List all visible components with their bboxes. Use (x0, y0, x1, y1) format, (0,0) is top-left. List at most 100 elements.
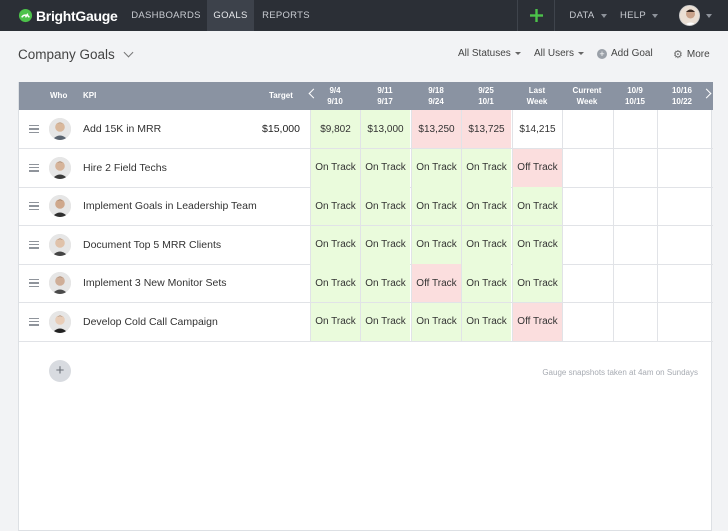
week-header-line: Week (526, 96, 548, 106)
week-cell[interactable]: On Track (411, 225, 461, 264)
week-cell[interactable]: On Track (411, 187, 461, 225)
week-cell[interactable] (613, 225, 657, 264)
brand-logo[interactable]: BrightGauge (0, 8, 126, 24)
nav-data-label: DATA (569, 10, 595, 21)
week-cell[interactable]: On Track (512, 264, 562, 302)
drag-handle-icon[interactable] (29, 317, 39, 326)
week-cell[interactable]: Off Track (512, 302, 562, 341)
week-cell[interactable] (613, 148, 657, 187)
week-cell[interactable] (657, 110, 713, 148)
week-cell[interactable] (613, 187, 657, 225)
week-header-line: 9/10 (327, 96, 343, 106)
week-cell[interactable] (657, 264, 713, 302)
week-header-line: 9/25 (478, 86, 494, 95)
week-cell[interactable]: $9,802 (310, 110, 360, 148)
goal-kpi-name[interactable]: Hire 2 Field Techs (83, 162, 167, 174)
week-cell[interactable]: On Track (461, 264, 511, 302)
week-cell[interactable]: On Track (411, 148, 461, 187)
brand-gauge-icon (18, 8, 33, 23)
week-cell[interactable]: On Track (310, 302, 360, 341)
more-button[interactable]: ⚙ More (673, 48, 710, 61)
chevron-down-icon (578, 52, 585, 55)
drag-handle-icon[interactable] (29, 240, 39, 249)
table-row[interactable]: Hire 2 Field Techs On Track On Track On Tra… (19, 148, 713, 188)
users-filter[interactable]: All Users (534, 48, 585, 59)
more-label: More (686, 49, 710, 60)
status-filter-label: All Statuses (458, 48, 511, 59)
week-cell[interactable]: On Track (360, 302, 410, 341)
week-cell[interactable]: $13,250 (411, 110, 461, 148)
week-cell[interactable]: On Track (461, 302, 511, 341)
week-cell[interactable]: On Track (411, 302, 461, 341)
user-menu[interactable] (672, 0, 718, 31)
goal-kpi-name[interactable]: Document Top 5 MRR Clients (83, 239, 221, 251)
week-cell[interactable]: On Track (512, 225, 562, 264)
table-row[interactable]: Develop Cold Call Campaign On Track On Tra… (19, 302, 713, 342)
week-cell[interactable] (613, 264, 657, 302)
week-cell[interactable] (562, 225, 612, 264)
add-goal-row-button[interactable]: + (49, 360, 71, 382)
week-cell[interactable] (562, 302, 612, 341)
week-cell[interactable]: On Track (360, 264, 410, 302)
nav-help-menu[interactable]: HELP (616, 0, 662, 31)
week-cell[interactable]: On Track (512, 187, 562, 225)
week-cell[interactable] (562, 148, 612, 187)
week-cell[interactable] (613, 110, 657, 148)
week-cell[interactable]: On Track (310, 264, 360, 302)
table-row[interactable]: Document Top 5 MRR Clients On Track On Tra… (19, 225, 713, 265)
goal-kpi-name[interactable]: Implement 3 New Monitor Sets (83, 277, 227, 289)
plus-circle-icon: + (597, 48, 607, 59)
week-cell[interactable]: On Track (360, 187, 410, 225)
week-cell[interactable] (657, 225, 713, 264)
goal-set-selector[interactable]: Company Goals (18, 47, 134, 62)
add-goal-button[interactable]: + Add Goal (597, 48, 653, 59)
week-header-line: 10/1 (478, 96, 494, 106)
week-cell[interactable] (613, 302, 657, 341)
week-cell[interactable]: On Track (461, 225, 511, 264)
create-button[interactable] (517, 0, 555, 31)
week-cell[interactable]: Off Track (411, 264, 461, 302)
goal-kpi-name[interactable]: Add 15K in MRR (83, 123, 161, 135)
week-cell[interactable]: $13,000 (360, 110, 410, 148)
week-cell[interactable] (562, 264, 612, 302)
goal-target-value: $15,000 (262, 123, 300, 135)
week-cell[interactable] (562, 187, 612, 225)
week-cell[interactable] (562, 110, 612, 148)
week-cell[interactable]: On Track (310, 187, 360, 225)
drag-handle-icon[interactable] (29, 202, 39, 211)
goal-kpi-name[interactable]: Develop Cold Call Campaign (83, 316, 218, 328)
week-cell[interactable]: $13,725 (461, 110, 511, 148)
week-cell[interactable]: On Track (310, 148, 360, 187)
drag-handle-icon[interactable] (29, 279, 39, 288)
column-header-week: 10/16 10/22 (657, 86, 707, 107)
nav-help-label: HELP (619, 10, 647, 21)
table-row[interactable]: Implement 3 New Monitor Sets On Track On T… (19, 264, 713, 303)
week-cell[interactable]: On Track (360, 148, 410, 187)
week-cell[interactable] (657, 148, 713, 187)
drag-handle-icon[interactable] (29, 163, 39, 172)
user-avatar-icon (679, 6, 699, 25)
week-header-line: 10/16 (671, 86, 693, 95)
nav-goals[interactable]: GOALS (207, 0, 254, 31)
week-cell[interactable]: $14,215 (512, 110, 562, 148)
week-cell[interactable]: On Track (461, 148, 511, 187)
week-cell[interactable]: On Track (461, 187, 511, 225)
table-row[interactable]: Implement Goals in Leadership Team On Tra… (19, 187, 713, 226)
nav-dashboards[interactable]: DASHBOARDS (126, 0, 206, 31)
week-cell[interactable] (657, 187, 713, 225)
owner-avatar (49, 118, 71, 140)
nav-data-menu[interactable]: DATA (564, 0, 612, 31)
status-filter[interactable]: All Statuses (458, 48, 521, 59)
owner-avatar (49, 310, 71, 333)
week-header-line: 10/22 (671, 96, 693, 106)
table-row[interactable]: Add 15K in MRR $15,000 $9,802 $13,000 $13,25… (19, 110, 713, 149)
column-header-week: Last Week (512, 86, 562, 107)
week-cell[interactable]: On Track (310, 225, 360, 264)
week-cell[interactable]: Off Track (512, 148, 562, 187)
nav-reports[interactable]: REPORTS (257, 0, 315, 31)
drag-handle-icon[interactable] (29, 125, 39, 134)
week-cell[interactable] (657, 302, 713, 341)
week-cell[interactable]: On Track (360, 225, 410, 264)
goal-kpi-name[interactable]: Implement Goals in Leadership Team (83, 200, 257, 212)
column-header-week: 10/9 10/15 (613, 86, 657, 107)
